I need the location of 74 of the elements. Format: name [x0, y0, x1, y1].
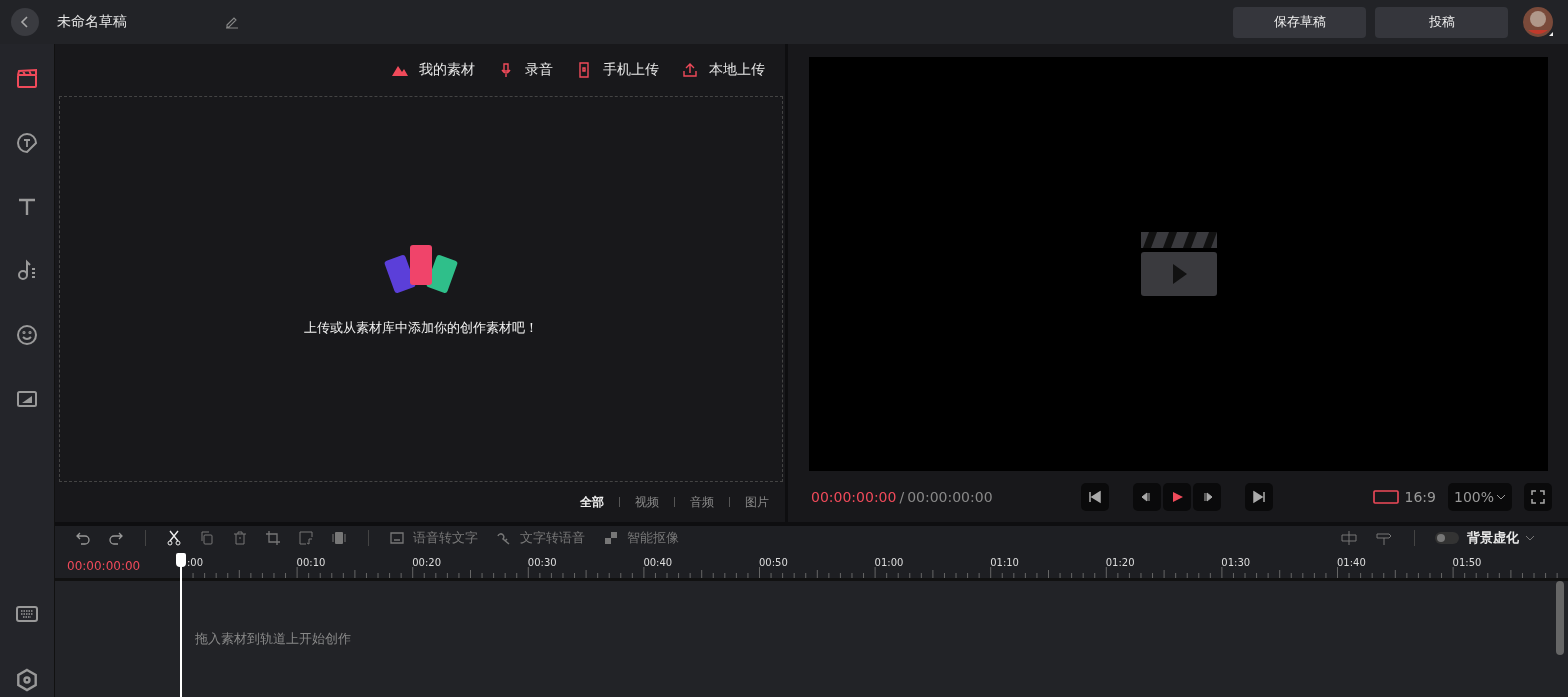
upload-source-label: 我的素材	[419, 61, 475, 79]
project-title: 未命名草稿	[57, 13, 127, 31]
timeline-tool-button[interactable]: 文字转语音	[496, 529, 585, 547]
track-hint: 拖入素材到轨道上开始创作	[195, 630, 351, 648]
skip-to-start-button[interactable]	[1081, 482, 1109, 511]
timeline-tool-button[interactable]: 智能抠像	[603, 529, 679, 547]
ruler-label: 01:40	[1336, 557, 1366, 568]
ruler-label: 00:30	[527, 557, 557, 568]
ruler-label: 00:40	[643, 557, 673, 568]
chevron-down-icon[interactable]	[1525, 534, 1535, 542]
background-blur-toggle[interactable]	[1435, 532, 1459, 544]
ruler-label: 00:50	[758, 557, 788, 568]
subtitle-icon	[389, 530, 405, 546]
upload-source-label: 手机上传	[603, 61, 659, 79]
replace-icon[interactable]	[298, 530, 314, 546]
ruler-label: 01:50	[1452, 557, 1482, 568]
settings-icon[interactable]	[15, 668, 39, 692]
caret-icon	[1496, 492, 1506, 501]
wand-icon	[496, 530, 512, 546]
filter-tab[interactable]: 图片	[743, 493, 771, 511]
ruler-label: 01:00	[874, 557, 904, 568]
filter-tab[interactable]: 全部	[578, 493, 606, 511]
ruler-label: 01:20	[1105, 557, 1135, 568]
time-separator: /	[899, 488, 905, 505]
play-icon	[1170, 489, 1184, 504]
checker-icon	[603, 530, 619, 546]
crop-icon[interactable]	[265, 530, 281, 546]
current-time: 00:00:00:00	[811, 488, 897, 505]
filter-tab[interactable]: 视频	[633, 493, 661, 511]
skip-start-icon	[1088, 489, 1102, 504]
filter-tab[interactable]: 音频	[688, 493, 716, 511]
drop-zone[interactable]: 上传或从素材库中添加你的创作素材吧！	[59, 96, 783, 482]
ruler-label: :00	[187, 557, 204, 568]
timeline-tool-button[interactable]: 语音转文字	[389, 529, 478, 547]
background-blur-label: 背景虚化	[1467, 529, 1519, 547]
clapperboard-icon	[1138, 230, 1219, 298]
ruler-label: 00:10	[296, 557, 326, 568]
aspect-ratio[interactable]: 16:9	[1404, 488, 1436, 505]
skip-end-icon	[1252, 489, 1266, 504]
upload-source-label: 本地上传	[709, 61, 765, 79]
previous-frame-button[interactable]	[1133, 482, 1161, 511]
avatar[interactable]	[1522, 6, 1554, 38]
track-area[interactable]: 拖入素材到轨道上开始创作	[55, 581, 1568, 697]
header-button[interactable]: 投稿	[1375, 6, 1508, 38]
skip-to-end-button[interactable]	[1245, 482, 1273, 511]
ruler-label: 01:10	[990, 557, 1019, 568]
aspect-ratio-icon[interactable]	[1372, 488, 1399, 505]
upload-icon	[681, 62, 699, 78]
delete-icon[interactable]	[232, 530, 248, 546]
total-time: 00:00:00:00	[907, 488, 993, 505]
ruler-label: 00:20	[412, 557, 441, 568]
pencil-icon[interactable]	[225, 15, 239, 29]
fullscreen-icon	[1531, 489, 1545, 504]
zoom-dropdown[interactable]: 100%	[1447, 482, 1512, 511]
header-button[interactable]: 保存草稿	[1233, 6, 1366, 38]
upload-source-label: 录音	[525, 61, 553, 79]
fullscreen-button[interactable]	[1524, 482, 1552, 511]
scissors-icon[interactable]	[166, 530, 182, 546]
split-align-icon[interactable]	[1340, 530, 1358, 546]
empty-message: 上传或从素材库中添加你的创作素材吧！	[304, 319, 538, 337]
back-button[interactable]	[11, 8, 39, 36]
next-frame-button[interactable]	[1193, 482, 1221, 511]
sticker-icon	[15, 131, 39, 155]
timeline-current-time: 00:00:00:00	[66, 558, 142, 573]
ruler-label: 01:30	[1221, 557, 1251, 568]
emoji-icon	[15, 323, 39, 347]
redo-icon[interactable]	[108, 530, 124, 546]
play-button[interactable]	[1163, 482, 1191, 511]
scrollbar[interactable]	[1556, 581, 1564, 655]
join-align-icon[interactable]	[1375, 530, 1393, 546]
chevron-left-icon	[20, 16, 30, 28]
undo-icon[interactable]	[75, 530, 91, 546]
freeze-icon[interactable]	[331, 530, 347, 546]
media-icon	[15, 67, 39, 91]
